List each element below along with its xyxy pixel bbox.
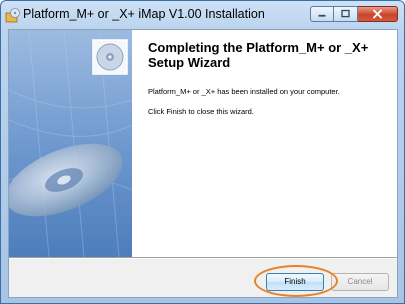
close-instruction: Click Finish to close this wizard.: [148, 107, 254, 116]
maximize-icon: [341, 9, 350, 18]
title-bar[interactable]: Platform_M+ or _X+ iMap V1.00 Installati…: [1, 1, 404, 29]
minimize-button[interactable]: [310, 6, 334, 22]
installed-message: Platform_M+ or _X+ has been installed on…: [148, 87, 340, 96]
maximize-button[interactable]: [334, 6, 358, 22]
cancel-button: Cancel: [331, 273, 389, 291]
wizard-side-banner: [9, 30, 132, 257]
divider: [9, 257, 397, 259]
finish-button[interactable]: Finish: [266, 273, 324, 291]
installer-window: Platform_M+ or _X+ iMap V1.00 Installati…: [0, 0, 405, 304]
wizard-client-area: Completing the Platform_M+ or _X+ Setup …: [8, 29, 398, 298]
installer-icon: [5, 8, 20, 23]
cd-icon: [96, 43, 124, 71]
close-button[interactable]: [358, 6, 398, 22]
cd-disc-graphic: [9, 30, 132, 257]
minimize-icon: [318, 14, 326, 17]
window-title: Platform_M+ or _X+ iMap V1.00 Installati…: [23, 7, 265, 21]
wizard-content: Completing the Platform_M+ or _X+ Setup …: [132, 30, 397, 257]
close-icon: [373, 9, 382, 19]
caption-buttons: [310, 6, 398, 24]
wizard-heading: Completing the Platform_M+ or _X+ Setup …: [148, 40, 369, 70]
